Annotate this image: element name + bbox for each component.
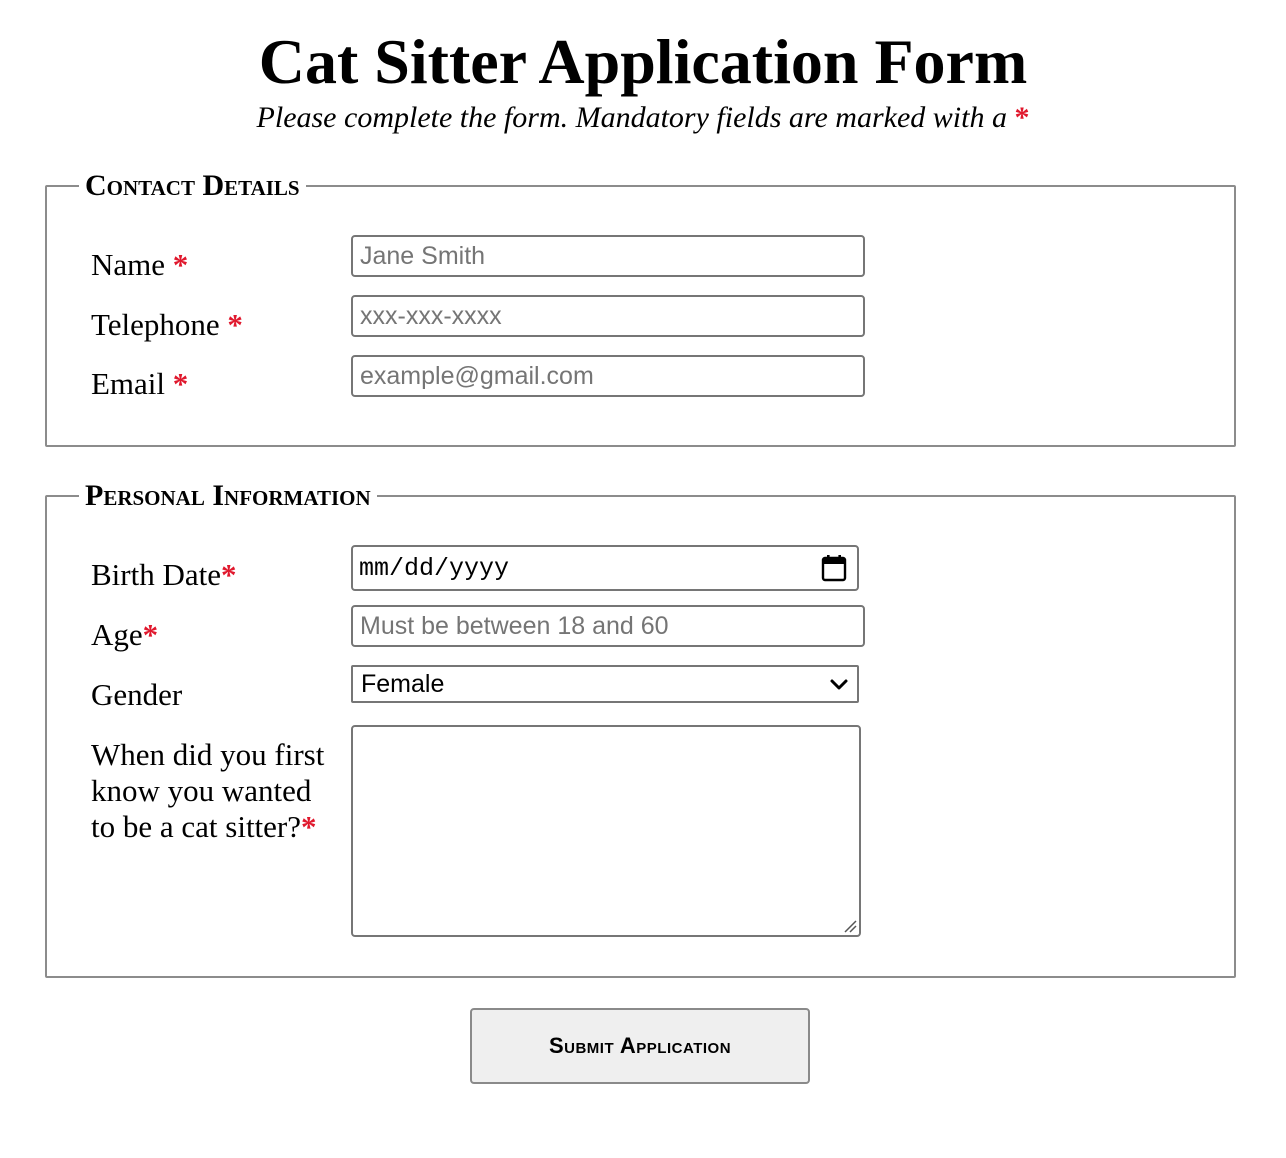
telephone-input[interactable]: [351, 295, 865, 337]
page-title: Cat Sitter Application Form: [258, 26, 1028, 97]
subtitle-text: Please complete the form. Mandatory fiel…: [256, 101, 1007, 134]
telephone-label-text: Telephone: [91, 307, 220, 342]
cat-sitter-question-label: When did you first know you wanted to be…: [91, 737, 341, 845]
gender-selected-value: Female: [361, 669, 445, 698]
cat-sitter-question-text: When did you first know you wanted to be…: [91, 737, 325, 844]
age-input[interactable]: [351, 605, 865, 647]
age-label: Age*: [91, 617, 158, 653]
required-marker: *: [142, 617, 159, 652]
age-label-text: Age: [91, 617, 143, 652]
name-label: Name *: [91, 247, 188, 283]
gender-select[interactable]: Female: [351, 665, 859, 703]
name-label-text: Name: [91, 247, 166, 282]
cat-sitter-question-textarea[interactable]: [351, 725, 861, 937]
personal-information-fieldset: Personal Information Birth Date* mm/dd/y…: [45, 479, 1236, 978]
application-page: Cat Sitter Application Form Please compl…: [0, 0, 1286, 1158]
email-input[interactable]: [351, 355, 865, 397]
required-marker: *: [301, 809, 317, 844]
birthdate-label-text: Birth Date: [91, 557, 221, 592]
birthdate-placeholder: mm/dd/yyyy: [359, 553, 510, 583]
birthdate-input[interactable]: mm/dd/yyyy: [351, 545, 859, 591]
submit-application-button[interactable]: Submit Application: [470, 1008, 810, 1084]
contact-details-fieldset: Contact Details Name * Telephone * Email…: [45, 169, 1236, 447]
page-subtitle: Please complete the form. Mandatory fiel…: [0, 98, 1286, 138]
contact-details-legend: Contact Details: [79, 169, 306, 203]
calendar-icon[interactable]: [821, 554, 847, 582]
birthdate-label: Birth Date*: [91, 557, 237, 593]
email-label: Email *: [91, 366, 188, 402]
required-marker: *: [221, 557, 237, 592]
chevron-down-icon: [829, 670, 849, 699]
required-marker: *: [172, 247, 189, 282]
name-input[interactable]: [351, 235, 865, 277]
telephone-label: Telephone *: [91, 307, 243, 343]
required-marker: *: [1014, 101, 1030, 134]
gender-label: Gender: [91, 677, 183, 712]
required-marker: *: [227, 307, 243, 342]
personal-information-legend: Personal Information: [79, 479, 377, 513]
resize-grip-icon[interactable]: [843, 919, 857, 933]
required-marker: *: [172, 366, 189, 401]
email-label-text: Email: [91, 366, 166, 401]
